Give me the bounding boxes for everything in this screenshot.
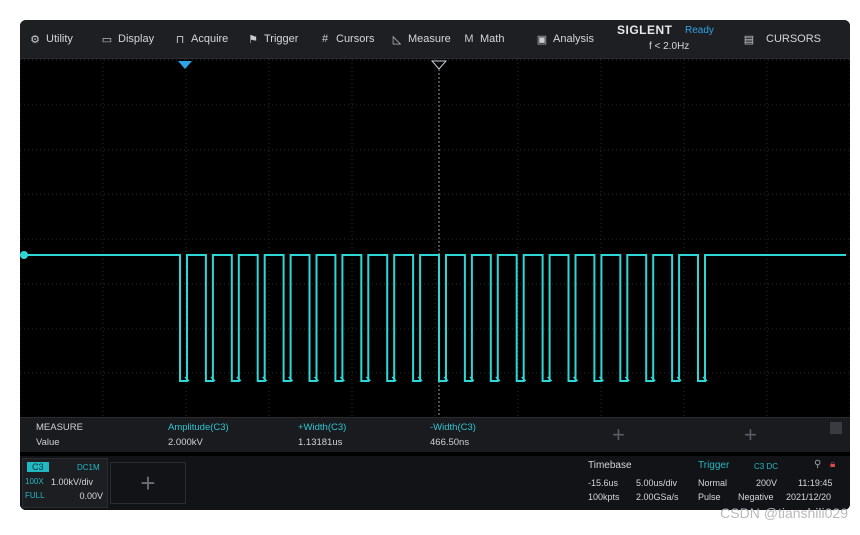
channel-probe: 100X — [25, 477, 44, 486]
trigger-level: 200V — [756, 478, 778, 488]
add-measure-icon[interactable]: + — [744, 424, 757, 446]
acquisition-state: Ready — [685, 25, 714, 36]
waveform-display[interactable] — [20, 59, 850, 431]
trigger-title: Trigger — [698, 460, 730, 471]
menu-math[interactable]: M Math — [462, 20, 504, 58]
trigger-box[interactable]: Trigger C3 DC Normal 200V Pulse Negative — [696, 458, 782, 506]
menu-label: Analysis — [553, 33, 594, 45]
menu-label: Acquire — [191, 33, 229, 45]
measure-value-amplitude: 2.000kV — [168, 437, 203, 448]
trigger-mode: Normal — [698, 478, 728, 488]
measure-name-neg-width[interactable]: -Width(C3) — [430, 422, 476, 433]
document-icon: ▤ — [743, 33, 755, 46]
menu-label: Math — [480, 33, 505, 45]
clock-time: 11:19:45 — [798, 478, 833, 488]
oscilloscope-screen: ⚙ Utility ▭ Display ⊓ Acquire ⚑ Trigger … — [20, 20, 850, 510]
measure-panel: MEASURE Value Amplitude(C3) 2.000kV +Wid… — [20, 417, 850, 452]
menu-measure[interactable]: ◺ Measure — [390, 20, 451, 58]
add-channel-button[interactable]: + — [110, 462, 186, 504]
measure-close-icon[interactable] — [830, 422, 842, 434]
menu-display[interactable]: ▭ Display — [100, 20, 154, 58]
lock-icon: 🔒︎ — [830, 459, 836, 470]
trigger-source: C3 DC — [754, 462, 779, 471]
trigger-position-marker[interactable] — [178, 61, 192, 69]
clock-box: ⚲ 🔒︎ 11:19:45 2021/12/20 — [784, 458, 848, 506]
measure-value-neg-width: 466.50ns — [430, 437, 470, 448]
watermark: CSDN @tianshili029 — [720, 505, 848, 521]
channel-scale: 1.00kV/div — [51, 477, 94, 487]
measure-icon: ◺ — [392, 33, 402, 46]
timebase-delay: -15.6us — [588, 478, 619, 488]
waveform-trace — [24, 254, 846, 382]
status-bar: C3 DC1M 100X 1.00kV/div FULL 0.00V + Tim… — [20, 456, 850, 510]
timebase-rate: 2.00GSa/s — [636, 492, 679, 502]
channel-coupling: DC1M — [77, 463, 100, 472]
trigger-icon: ⚑ — [248, 33, 258, 46]
timebase-scale: 5.00us/div — [636, 478, 678, 488]
menu-label: Measure — [408, 33, 451, 45]
measure-name-amplitude[interactable]: Amplitude(C3) — [168, 422, 229, 433]
menu-label: Utility — [46, 33, 73, 45]
brand-status: SIGLENT Ready f < 2.0Hz — [617, 23, 737, 55]
math-icon: M — [464, 33, 474, 45]
measure-name-pos-width[interactable]: +Width(C3) — [298, 422, 346, 433]
menu-trigger[interactable]: ⚑ Trigger — [246, 20, 298, 58]
menu-analysis[interactable]: ▣ Analysis — [535, 20, 594, 58]
brand-logo: SIGLENT — [617, 23, 673, 37]
utility-icon: ⚙ — [30, 33, 40, 46]
menu-acquire[interactable]: ⊓ Acquire — [173, 20, 229, 58]
measure-value-label: Value — [36, 437, 60, 448]
waveform-svg — [20, 59, 850, 431]
menu-bar: ⚙ Utility ▭ Display ⊓ Acquire ⚑ Trigger … — [20, 20, 850, 59]
channel-c3-box[interactable]: C3 DC1M 100X 1.00kV/div FULL 0.00V — [22, 458, 108, 508]
channel-offset: 0.00V — [79, 491, 103, 501]
measure-value-pos-width: 1.13181us — [298, 437, 343, 448]
timebase-title: Timebase — [588, 460, 632, 471]
add-measure-icon[interactable]: + — [612, 424, 625, 446]
cursors-icon: # — [321, 33, 329, 45]
menu-cursors[interactable]: # Cursors — [318, 20, 375, 58]
menu-label: Trigger — [264, 33, 299, 45]
trigger-frequency: f < 2.0Hz — [649, 41, 690, 52]
analysis-icon: ▣ — [536, 33, 548, 46]
channel-label: C3 — [27, 462, 49, 472]
menu-label: Cursors — [336, 33, 375, 45]
trigger-type: Pulse — [698, 492, 721, 502]
menu-utility[interactable]: ⚙ Utility — [28, 20, 73, 58]
timebase-box[interactable]: Timebase -15.6us 5.00us/div 100kpts 2.00… — [584, 458, 694, 506]
cursors-panel-button[interactable]: ▤ CURSORS — [742, 20, 821, 58]
channel-bandwidth: FULL — [25, 491, 45, 500]
timebase-points: 100kpts — [588, 492, 620, 502]
trigger-slope: Negative — [738, 492, 774, 502]
clock-date: 2021/12/20 — [786, 492, 832, 502]
measure-header: MEASURE — [36, 422, 83, 433]
display-icon: ▭ — [101, 33, 113, 46]
menu-label: Display — [118, 33, 155, 45]
cursors-panel-label: CURSORS — [766, 33, 822, 45]
cursor-marker[interactable] — [430, 60, 448, 70]
usb-icon: ⚲ — [814, 459, 822, 470]
acquire-icon: ⊓ — [175, 33, 185, 46]
